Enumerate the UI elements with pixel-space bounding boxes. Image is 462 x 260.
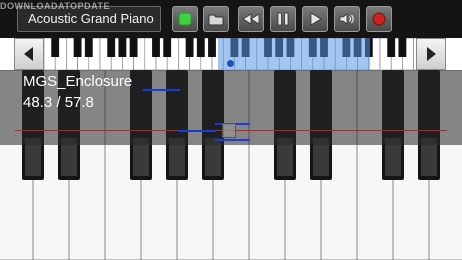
visible-range-selector[interactable] [218, 38, 370, 70]
play-icon [310, 12, 322, 26]
overview-black-key [107, 38, 116, 57]
rewind-icon [242, 13, 260, 25]
record-button[interactable] [366, 6, 392, 32]
overview-black-key [208, 38, 216, 57]
overview-black-key [118, 38, 127, 57]
overview-black-key [51, 38, 60, 57]
pause-icon [277, 12, 289, 26]
overview-black-key [152, 38, 160, 57]
position-marker [227, 60, 234, 67]
note-bar [178, 130, 216, 132]
scroll-left-button[interactable] [14, 38, 44, 70]
keyboard-overview[interactable] [0, 38, 462, 70]
play-button[interactable] [302, 6, 328, 32]
overview-black-key [73, 38, 82, 57]
arrow-right-icon [427, 47, 436, 61]
scroll-right-button[interactable] [416, 38, 446, 70]
volume-button[interactable] [334, 6, 360, 32]
overview-black-key [84, 38, 93, 57]
watermark: DOWNLOADATOPDATE [0, 1, 110, 11]
track-name: MGS_Enclosure [23, 73, 133, 90]
rewind-button[interactable] [238, 6, 264, 32]
overview-black-key [163, 38, 172, 57]
overview-black-key [129, 38, 138, 57]
folder-icon [208, 14, 224, 26]
note-bar [215, 139, 250, 141]
overview-black-key [185, 38, 194, 57]
overview-keys[interactable] [44, 38, 416, 70]
open-folder-button[interactable] [203, 6, 229, 32]
pause-button[interactable] [270, 6, 296, 32]
overview-black-key [387, 38, 396, 57]
note-bar [143, 89, 180, 91]
play-green-button[interactable] [172, 6, 198, 32]
speaker-icon [339, 13, 354, 25]
toolbar: Acoustic Grand Piano DOWNLOADATOPDATE [0, 0, 462, 38]
playback-position: 48.3 / 57.8 [23, 94, 94, 111]
overview-black-key [398, 38, 407, 57]
record-icon [372, 12, 386, 26]
active-note-marker [222, 123, 236, 138]
overview-black-key [196, 38, 205, 57]
arrow-left-icon [24, 47, 33, 61]
green-dot-icon [178, 12, 192, 26]
